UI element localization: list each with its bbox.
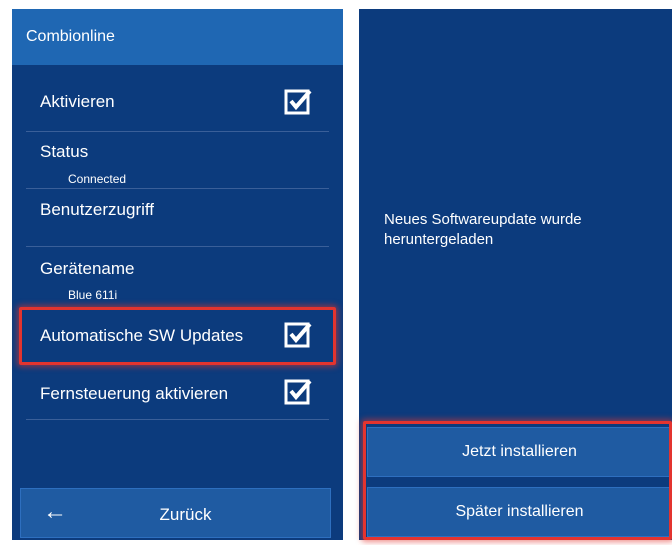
highlight-box <box>19 307 336 365</box>
setting-label: Status <box>40 142 89 161</box>
setting-fernsteuerung[interactable]: Fernsteuerung aktivieren <box>26 367 329 419</box>
checkbox-checked-icon[interactable] <box>284 87 312 115</box>
device-name-value: Blue 611i <box>68 288 118 302</box>
update-message: Neues Softwareupdate wurde heruntergelad… <box>384 211 582 248</box>
back-button-label: Zurück <box>159 505 212 524</box>
setting-label: Benutzerzugriff <box>40 200 155 219</box>
setting-label: Gerätename <box>40 259 135 278</box>
status-value: Connected <box>68 172 127 186</box>
panel-header: Combionline <box>12 9 343 65</box>
back-button[interactable]: ← Zurück <box>20 488 331 538</box>
setting-aktivieren[interactable]: Aktivieren <box>26 65 329 131</box>
setting-label: Aktivieren <box>40 92 115 111</box>
checkbox-checked-icon[interactable] <box>284 377 312 405</box>
divider <box>26 419 329 420</box>
settings-panel: Combionline Aktivieren Status Connected … <box>12 9 343 540</box>
setting-geraetename[interactable]: Gerätename Blue 611i <box>26 247 329 307</box>
setting-benutzerzugriff[interactable]: Benutzerzugriff <box>26 189 329 246</box>
setting-label: Fernsteuerung aktivieren <box>40 384 229 403</box>
highlight-box <box>363 421 672 540</box>
setting-status[interactable]: Status Connected <box>26 132 329 188</box>
update-dialog: Neues Softwareupdate wurde heruntergelad… <box>359 9 672 540</box>
panel-title: Combionline <box>26 28 115 45</box>
